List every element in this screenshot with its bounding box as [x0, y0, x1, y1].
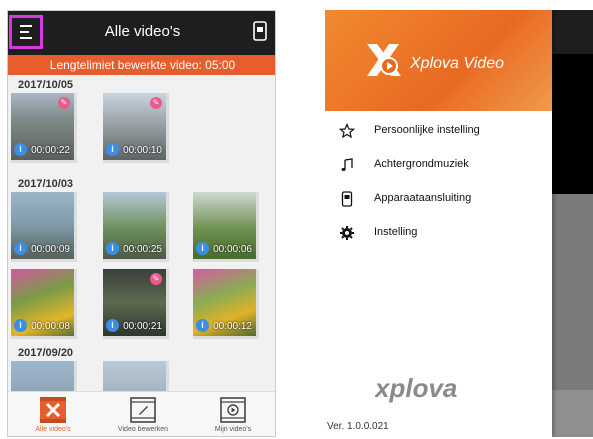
- device-connect-icon[interactable]: [253, 21, 267, 41]
- info-icon[interactable]: i: [106, 319, 119, 332]
- menu-item-device-connection[interactable]: Apparaataansluiting: [325, 184, 552, 214]
- nav-label: Alle video's: [35, 426, 71, 433]
- video-thumbnail[interactable]: i 00:00:09: [11, 192, 77, 262]
- info-icon[interactable]: i: [106, 242, 119, 255]
- video-thumbnail[interactable]: ✎ i 00:00:22: [11, 93, 77, 163]
- edit-badge-icon: ✎: [150, 273, 162, 285]
- video-thumbnail[interactable]: i 00:00:25: [103, 192, 169, 262]
- video-duration: 00:00:22: [31, 145, 70, 156]
- video-grid[interactable]: 2017/10/05 ✎ i 00:00:22 ✎ i 00:00:10 201…: [8, 75, 275, 391]
- drawer-screen: Xplova Video Persoonlijke instelling Ach…: [325, 10, 593, 437]
- video-duration: 00:00:12: [213, 321, 252, 332]
- edit-badge-icon: ✎: [58, 97, 70, 109]
- info-icon[interactable]: i: [14, 319, 27, 332]
- xplova-logo-icon: [367, 44, 401, 76]
- info-icon[interactable]: i: [196, 242, 209, 255]
- film-x-icon: [40, 397, 66, 423]
- menu-item-label: Achtergrondmuziek: [374, 158, 469, 170]
- menu-item-personal-settings[interactable]: Persoonlijke instelling: [325, 116, 552, 146]
- star-icon: [339, 123, 355, 139]
- drawer-brand-title: Xplova Video: [410, 55, 504, 72]
- length-limit-banner: Lengtelimiet bewerkte video: 05:00: [8, 55, 275, 75]
- menu-item-settings[interactable]: Instelling: [325, 218, 552, 248]
- thumbnail-image: [103, 361, 166, 391]
- video-duration: 00:00:25: [123, 244, 162, 255]
- video-thumbnail[interactable]: i 00:00:08: [11, 269, 77, 339]
- film-edit-icon: [130, 397, 156, 423]
- bottom-navigation: Alle video's Video bewerken Mijn video's: [8, 391, 275, 436]
- video-thumbnail[interactable]: i 00:00:12: [193, 269, 259, 339]
- video-thumbnail[interactable]: i 00:00:06: [193, 192, 259, 262]
- video-duration: 00:00:09: [31, 244, 70, 255]
- music-note-icon: [341, 158, 353, 171]
- menu-item-label: Persoonlijke instelling: [374, 124, 480, 136]
- nav-label: Video bewerken: [117, 426, 169, 433]
- video-thumbnail[interactable]: ✎ i 00:00:21: [103, 269, 169, 339]
- top-app-bar: Alle video's: [8, 11, 275, 55]
- film-play-icon: [220, 397, 246, 423]
- menu-item-label: Instelling: [374, 226, 418, 238]
- nav-my-videos[interactable]: Mijn video's: [198, 396, 268, 433]
- thumbnail-image: [11, 361, 74, 391]
- nav-video-edit[interactable]: Video bewerken: [108, 396, 178, 433]
- device-icon: [341, 191, 353, 207]
- all-videos-screen: Alle video's Lengtelimiet bewerkte video…: [7, 10, 276, 437]
- date-header: 2017/10/03: [18, 178, 74, 190]
- edit-badge-icon: ✎: [150, 97, 162, 109]
- menu-item-label: Apparaataansluiting: [374, 192, 472, 204]
- xplova-wordmark-text: xplova: [375, 374, 457, 403]
- date-header: 2017/09/20: [18, 347, 74, 359]
- info-icon[interactable]: i: [106, 143, 119, 156]
- app-version: Ver. 1.0.0.021: [327, 421, 389, 432]
- info-icon[interactable]: i: [196, 319, 209, 332]
- video-thumbnail[interactable]: [103, 361, 169, 391]
- video-thumbnail[interactable]: [11, 361, 77, 391]
- xplova-wordmark: xplova: [375, 374, 457, 403]
- nav-all-videos[interactable]: Alle video's: [18, 396, 88, 433]
- page-title: Alle video's: [104, 23, 181, 40]
- navigation-drawer: Xplova Video Persoonlijke instelling Ach…: [325, 10, 552, 437]
- nav-label: Mijn video's: [214, 426, 252, 433]
- video-duration: 00:00:21: [123, 321, 162, 332]
- video-duration: 00:00:06: [213, 244, 252, 255]
- video-thumbnail[interactable]: ✎ i 00:00:10: [103, 93, 169, 163]
- video-duration: 00:00:08: [31, 321, 70, 332]
- info-icon[interactable]: i: [14, 242, 27, 255]
- menu-item-background-music[interactable]: Achtergrondmuziek: [325, 150, 552, 180]
- date-header: 2017/10/05: [18, 79, 74, 91]
- video-duration: 00:00:10: [123, 145, 162, 156]
- gear-icon: [340, 226, 354, 240]
- drawer-header: Xplova Video: [325, 10, 552, 111]
- info-icon[interactable]: i: [14, 143, 27, 156]
